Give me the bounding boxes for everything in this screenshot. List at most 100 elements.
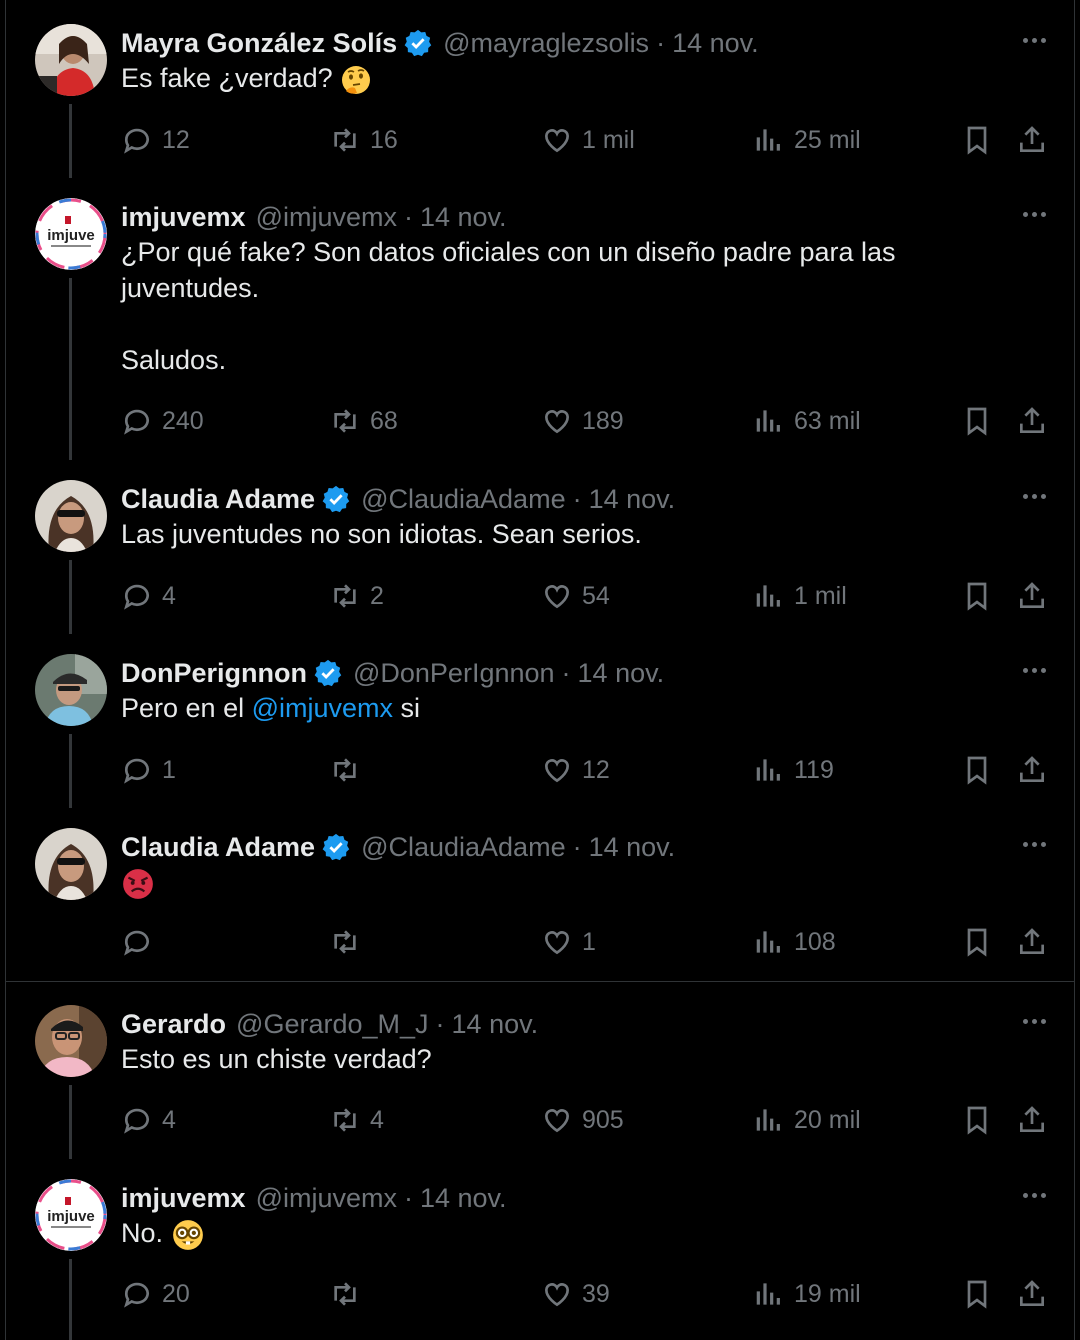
tweet-date[interactable]: 14 nov.: [589, 832, 676, 863]
like-count: 12: [582, 755, 610, 784]
nerd-face-icon: [172, 1220, 203, 1250]
avatar[interactable]: imjuve: [35, 1179, 107, 1251]
author-name[interactable]: Mayra González Solís: [121, 28, 397, 59]
retweet-button[interactable]: [329, 1274, 370, 1314]
bookmark-button[interactable]: [961, 401, 993, 441]
like-button[interactable]: 54: [541, 576, 610, 616]
more-options-icon[interactable]: [1023, 494, 1046, 499]
avatar[interactable]: imjuve: [35, 198, 107, 270]
author-handle[interactable]: @imjuvemx: [256, 202, 397, 233]
more-options-icon[interactable]: [1023, 1193, 1046, 1198]
like-button[interactable]: 189: [541, 401, 624, 441]
like-button[interactable]: 1: [541, 922, 596, 962]
like-button[interactable]: 905: [541, 1100, 624, 1140]
share-button[interactable]: [1016, 922, 1048, 962]
bookmark-icon: [967, 928, 987, 957]
views-button[interactable]: 108: [753, 922, 836, 962]
avatar[interactable]: [35, 480, 107, 552]
retweet-icon: [334, 1282, 356, 1306]
more-options-icon[interactable]: [1023, 668, 1046, 673]
reply-button[interactable]: 1: [121, 750, 176, 790]
views-button[interactable]: 63 mil: [753, 401, 861, 441]
author-handle[interactable]: @DonPerIgnnon: [353, 658, 555, 689]
separator-dot: ·: [656, 27, 666, 58]
like-count: 189: [582, 406, 624, 435]
tweet-date[interactable]: 14 nov.: [452, 1009, 539, 1040]
tweet[interactable]: imjuve imjuvemx @imjuvemx · 14 nov. ¿Por…: [0, 174, 1080, 460]
tweet[interactable]: Claudia Adame @ClaudiaAdame · 14 nov. 1 …: [0, 804, 1080, 980]
views-button[interactable]: 1 mil: [753, 576, 847, 616]
mention-link[interactable]: @imjuvemx: [252, 693, 393, 723]
share-button[interactable]: [1016, 401, 1048, 441]
share-button[interactable]: [1016, 576, 1048, 616]
avatar[interactable]: [35, 1005, 107, 1077]
share-button[interactable]: [1016, 750, 1048, 790]
views-button[interactable]: 119: [753, 750, 834, 790]
more-options-icon[interactable]: [1023, 1019, 1046, 1024]
author-name[interactable]: Claudia Adame: [121, 832, 315, 863]
author-handle[interactable]: @Gerardo_M_J: [236, 1009, 428, 1040]
like-button[interactable]: 1 mil: [541, 120, 635, 160]
author-name[interactable]: imjuvemx: [121, 1183, 246, 1214]
tweet-date[interactable]: 14 nov.: [578, 658, 665, 689]
bookmark-button[interactable]: [961, 750, 993, 790]
reply-button[interactable]: 4: [121, 576, 176, 616]
author-handle[interactable]: @mayraglezsolis: [443, 28, 649, 59]
share-button[interactable]: [1016, 1100, 1048, 1140]
reply-button[interactable]: 12: [121, 120, 190, 160]
share-button[interactable]: [1016, 1274, 1048, 1314]
views-button[interactable]: 25 mil: [753, 120, 861, 160]
tweet-date[interactable]: 14 nov.: [420, 202, 507, 233]
author-name[interactable]: Gerardo: [121, 1009, 226, 1040]
bookmark-button[interactable]: [961, 1100, 993, 1140]
tweet-header: imjuvemx @imjuvemx · 14 nov.: [121, 200, 507, 234]
author-name[interactable]: Claudia Adame: [121, 484, 315, 515]
retweet-button[interactable]: 2: [329, 576, 384, 616]
more-options-icon[interactable]: [1023, 212, 1046, 217]
bookmark-button[interactable]: [961, 120, 993, 160]
bookmark-button[interactable]: [961, 576, 993, 616]
share-button[interactable]: [1016, 120, 1048, 160]
retweet-button[interactable]: 68: [329, 401, 398, 441]
tweet[interactable]: DonPerignnon @DonPerIgnnon · 14 nov. Per…: [0, 630, 1080, 808]
more-options-icon[interactable]: [1023, 38, 1046, 43]
share-icon: [1020, 126, 1044, 152]
avatar[interactable]: [35, 24, 107, 96]
verified-badge-icon: [404, 29, 432, 57]
author-name[interactable]: DonPerignnon: [121, 658, 307, 689]
author-handle[interactable]: @imjuvemx: [256, 1183, 397, 1214]
reply-button[interactable]: 240: [121, 401, 204, 441]
like-button[interactable]: 12: [541, 750, 610, 790]
reply-button[interactable]: 4: [121, 1100, 176, 1140]
reply-button[interactable]: [121, 922, 162, 962]
tweet-header: Gerardo @Gerardo_M_J · 14 nov.: [121, 1007, 538, 1041]
avatar[interactable]: [35, 828, 107, 900]
retweet-button[interactable]: 16: [329, 120, 398, 160]
tweet-date[interactable]: 14 nov.: [672, 28, 759, 59]
heart-icon: [544, 1283, 570, 1307]
views-button[interactable]: 20 mil: [753, 1100, 861, 1140]
tweet-date[interactable]: 14 nov.: [589, 484, 676, 515]
bookmark-button[interactable]: [961, 922, 993, 962]
like-button[interactable]: 39: [541, 1274, 610, 1314]
bookmark-button[interactable]: [961, 1274, 993, 1314]
retweet-button[interactable]: [329, 922, 370, 962]
author-handle[interactable]: @ClaudiaAdame: [361, 484, 566, 515]
retweet-count: 68: [370, 406, 398, 435]
avatar[interactable]: [35, 654, 107, 726]
reply-icon: [124, 409, 149, 435]
share-icon: [1020, 407, 1044, 433]
more-options-icon[interactable]: [1023, 842, 1046, 847]
share-icon: [1020, 1106, 1044, 1132]
tweet[interactable]: Claudia Adame @ClaudiaAdame · 14 nov. La…: [0, 456, 1080, 634]
tweet[interactable]: Gerardo @Gerardo_M_J · 14 nov. Esto es u…: [0, 981, 1080, 1159]
author-handle[interactable]: @ClaudiaAdame: [361, 832, 566, 863]
reply-button[interactable]: 20: [121, 1274, 190, 1314]
tweet[interactable]: Mayra González Solís @mayraglezsolis · 1…: [0, 0, 1080, 178]
views-button[interactable]: 19 mil: [753, 1274, 861, 1314]
retweet-button[interactable]: [329, 750, 370, 790]
tweet-date[interactable]: 14 nov.: [420, 1183, 507, 1214]
retweet-button[interactable]: 4: [329, 1100, 384, 1140]
tweet[interactable]: imjuve imjuvemx @imjuvemx · 14 nov. No. …: [0, 1155, 1080, 1340]
author-name[interactable]: imjuvemx: [121, 202, 246, 233]
